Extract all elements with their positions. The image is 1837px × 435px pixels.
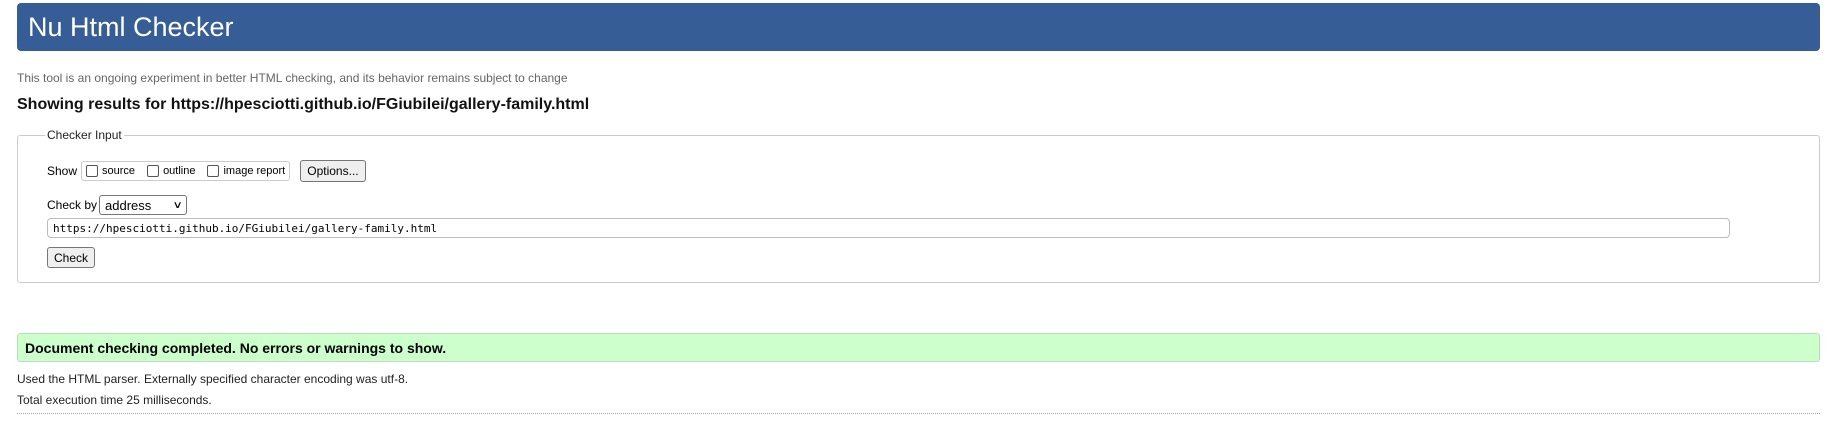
success-message: Document checking completed. No errors o… [17,333,1820,362]
show-label: Show [47,164,78,178]
image-report-checkbox-label[interactable]: image report [223,165,285,177]
check-by-label: Check by [47,198,98,212]
check-button[interactable]: Check [47,247,96,268]
source-checkbox-label[interactable]: source [102,165,135,177]
execution-time: Total execution time 25 milliseconds. [17,393,212,407]
show-options-group: source outline image report [81,161,291,181]
show-source-option[interactable]: source [86,165,135,177]
check-by-selected-value: address [105,197,152,213]
checker-input-legend: Checker Input [45,128,124,142]
outline-checkbox-label[interactable]: outline [163,165,195,177]
page: Nu Html Checker This tool is an ongoing … [0,0,1837,435]
check-by-select[interactable]: address ∨ [99,195,188,215]
tool-subtitle: This tool is an ongoing experiment in be… [17,71,568,85]
parser-info: Used the HTML parser. Externally specifi… [17,372,409,386]
outline-checkbox[interactable] [147,165,160,177]
show-outline-option[interactable]: outline [147,165,195,177]
options-button[interactable]: Options... [300,160,366,182]
app-title: Nu Html Checker [28,11,234,42]
checker-input-fieldset: Checker Input Show source outline image … [17,128,1820,283]
results-heading: Showing results for https://hpesciotti.g… [17,96,590,113]
image-report-checkbox[interactable] [207,165,220,177]
check-by-row: Check by address ∨ [47,195,188,215]
source-checkbox[interactable] [86,165,99,177]
show-options-row: Show source outline image report Options… [47,160,366,182]
url-input[interactable]: https://hpesciotti.github.io/FGiubilei/g… [47,218,1730,238]
dotted-divider [17,413,1820,414]
chevron-down-icon: ∨ [172,199,183,211]
show-image-report-option[interactable]: image report [207,165,285,177]
header-banner: Nu Html Checker [17,3,1820,51]
